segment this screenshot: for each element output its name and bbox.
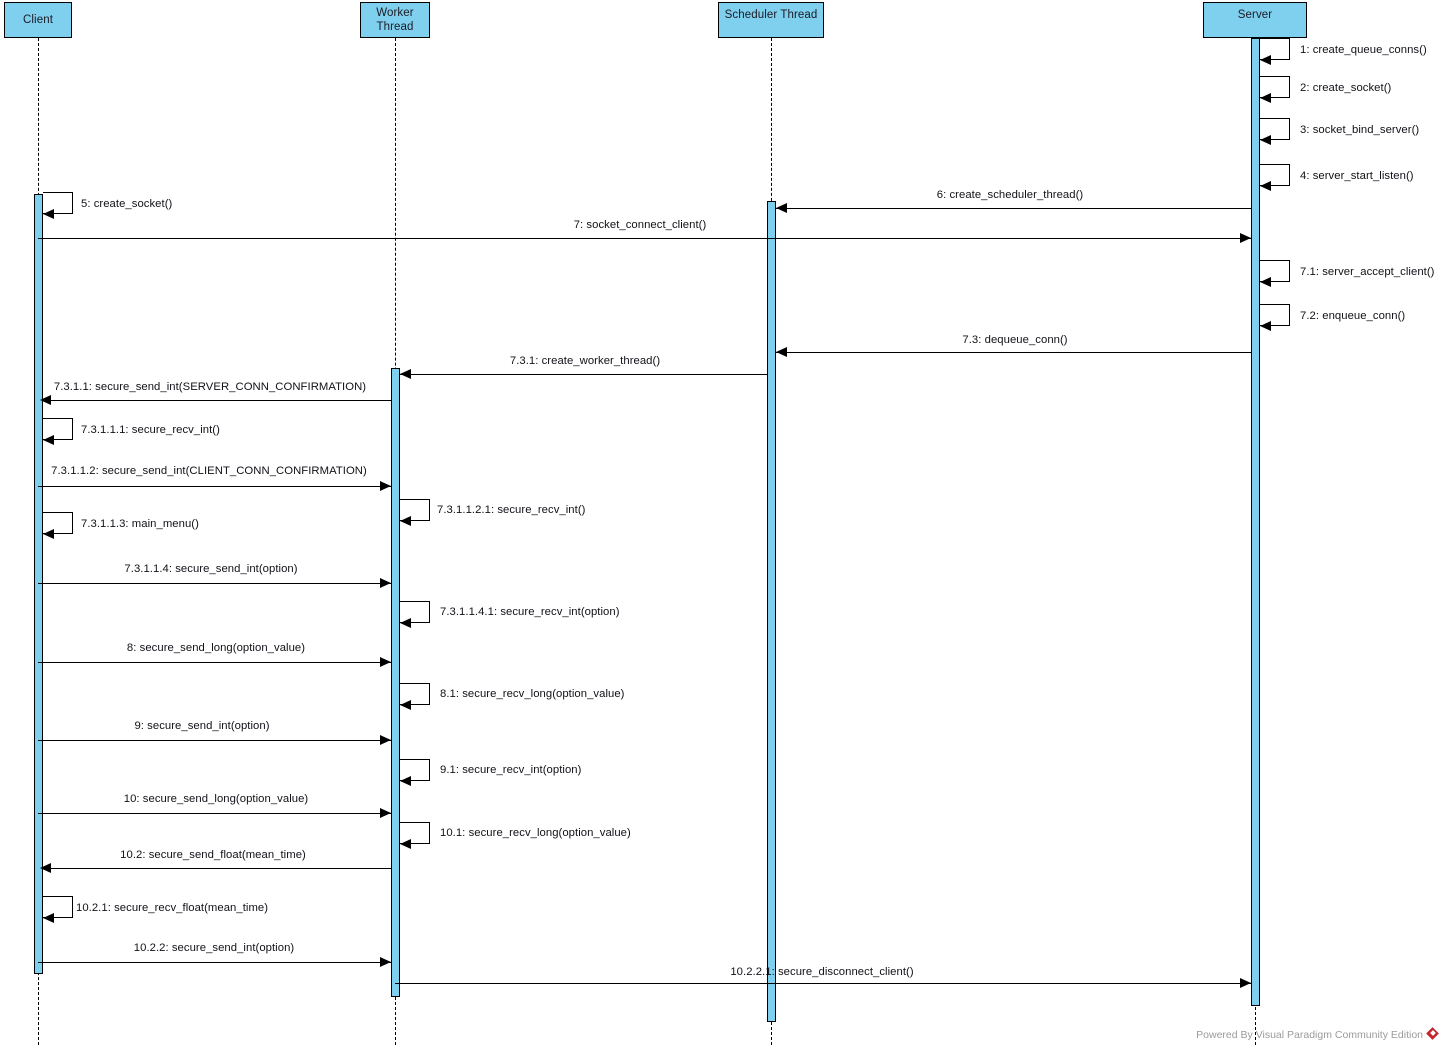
msg-line-7-3-1-1-2 [38, 486, 391, 487]
msg-label-7-3-1-1-1: 7.3.1.1.1: secure_recv_int() [81, 424, 220, 436]
msg-label-10-2: 10.2: secure_send_float(mean_time) [120, 849, 306, 861]
arrow-secure-recv-int-worker [400, 516, 411, 526]
msg-label-10: 10: secure_send_long(option_value) [123, 793, 309, 805]
arrow-10 [380, 808, 391, 818]
lifeline-head-server[interactable]: Server [1203, 2, 1307, 38]
lifeline-label-client: Client [22, 14, 53, 26]
watermark: Powered By Visual Paradigm Community Edi… [1196, 1027, 1440, 1041]
arrow-7-3-1-1-4 [380, 578, 391, 588]
activation-bar-worker [391, 368, 400, 997]
msg-label-7-3-1-1-2: 7.3.1.1.2: secure_send_int(CLIENT_CONN_C… [51, 465, 367, 477]
watermark-text: Powered By Visual Paradigm Community Edi… [1196, 1028, 1423, 1041]
lifeline-label-worker-line2: Thread [376, 21, 414, 33]
msg-label-7-3-1-1: 7.3.1.1: secure_send_int(SERVER_CONN_CON… [53, 381, 367, 393]
msg-label-7-3-1-1-4-1: 7.3.1.1.4.1: secure_recv_int(option) [440, 606, 620, 618]
msg-label-7-3-1-1-4: 7.3.1.1.4: secure_send_int(option) [124, 563, 298, 575]
arrow-7 [1240, 233, 1251, 243]
arrow-secure-recv-long [400, 700, 411, 710]
msg-line-10-2-2-1 [395, 983, 1251, 984]
msg-line-7-3-1 [400, 374, 767, 375]
lifeline-head-worker[interactable]: Worker Thread [360, 2, 430, 38]
msg-label-7-3-1-1-2-1: 7.3.1.1.2.1: secure_recv_int() [437, 504, 586, 516]
msg-label-7-3-1-1-3: 7.3.1.1.3: main_menu() [81, 518, 199, 530]
arrow-7-3-1-1-2 [380, 481, 391, 491]
msg-label-5: 5: create_socket() [81, 198, 173, 210]
msg-label-6: 6: create_scheduler_thread() [936, 189, 1084, 201]
msg-label-7-2: 7.2: enqueue_conn() [1300, 310, 1406, 322]
msg-label-9: 9: secure_send_int(option) [134, 720, 270, 732]
msg-line-10-2-2 [38, 962, 391, 963]
arrow-secure-recv-long-10 [400, 839, 411, 849]
arrow-6 [776, 203, 787, 213]
msg-line-7-3-1-1-4 [38, 583, 391, 584]
activation-bar-client [34, 194, 43, 974]
arrow-10-2-2-1 [1240, 978, 1251, 988]
msg-label-1: 1: create_queue_conns() [1300, 44, 1427, 56]
arrow-7-3-1 [400, 369, 411, 379]
msg-label-10-2-2-1: 10.2.2.1: secure_disconnect_client() [730, 966, 914, 978]
arrow-10-2-2 [380, 957, 391, 967]
msg-line-8 [38, 662, 391, 663]
msg-line-7-3 [776, 352, 1251, 353]
arrow-secure-recv-int-option [400, 618, 411, 628]
msg-label-2: 2: create_socket() [1300, 82, 1392, 94]
msg-label-7-1: 7.1: server_accept_client() [1300, 266, 1435, 278]
arrow-secure-recv-int-client [43, 435, 54, 445]
activation-bar-server [1251, 38, 1260, 1006]
lifeline-head-client[interactable]: Client [4, 2, 72, 38]
arrow-enqueue-conn [1260, 321, 1271, 331]
arrow-secure-recv-int-9 [400, 776, 411, 786]
msg-label-10-2-2: 10.2.2: secure_send_int(option) [133, 942, 295, 954]
msg-label-9-1: 9.1: secure_recv_int(option) [440, 764, 582, 776]
msg-line-7 [38, 238, 1251, 239]
msg-label-7-3: 7.3: dequeue_conn() [962, 334, 1068, 346]
lifeline-head-scheduler[interactable]: Scheduler Thread [718, 2, 824, 38]
msg-label-7-3-1: 7.3.1: create_worker_thread() [509, 355, 661, 367]
lifeline-label-worker-line1: Worker [376, 7, 414, 19]
visual-paradigm-logo-icon [1426, 1027, 1440, 1041]
arrow-8 [380, 657, 391, 667]
arrow-server-accept-client [1260, 277, 1271, 287]
arrow-create-socket-client [43, 209, 54, 219]
arrow-7-3 [776, 347, 787, 357]
msg-label-4: 4: server_start_listen() [1300, 170, 1414, 182]
sequence-diagram-canvas: Client Worker Thread Scheduler Thread Se… [0, 0, 1446, 1045]
msg-label-10-1: 10.1: secure_recv_long(option_value) [440, 827, 631, 839]
msg-label-8: 8: secure_send_long(option_value) [126, 642, 306, 654]
arrow-7-3-1-1 [40, 395, 51, 405]
msg-label-10-2-1: 10.2.1: secure_recv_float(mean_time) [76, 902, 269, 914]
msg-line-6 [776, 208, 1251, 209]
msg-line-7-3-1-1 [43, 400, 391, 401]
msg-line-9 [38, 740, 391, 741]
arrow-secure-recv-float [43, 913, 54, 923]
arrow-10-2 [40, 863, 51, 873]
msg-label-7: 7: socket_connect_client() [573, 219, 707, 231]
arrow-socket-bind-server [1260, 135, 1271, 145]
msg-label-3: 3: socket_bind_server() [1300, 124, 1420, 136]
arrow-9 [380, 735, 391, 745]
msg-line-10 [38, 813, 391, 814]
arrow-server-start-listen [1260, 181, 1271, 191]
lifeline-label-scheduler: Scheduler Thread [724, 9, 818, 21]
arrow-main-menu [43, 529, 54, 539]
msg-line-10-2 [43, 868, 391, 869]
msg-label-8-1: 8.1: secure_recv_long(option_value) [440, 688, 625, 700]
activation-bar-scheduler [767, 201, 776, 1022]
arrow-create-socket-server [1260, 93, 1271, 103]
lifeline-label-server: Server [1237, 9, 1273, 21]
arrow-create-queue-conns [1260, 55, 1271, 65]
